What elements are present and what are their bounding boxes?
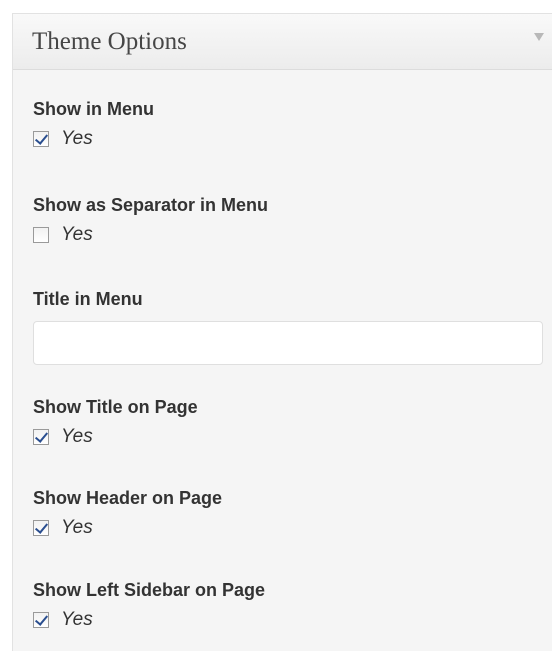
checkbox-label[interactable]: Yes [61,224,93,246]
field-label: Show Title on Page [33,397,198,417]
checkbox-row[interactable]: Yes [33,128,154,150]
show-header-on-page-checkbox[interactable] [33,520,49,536]
checkbox-label[interactable]: Yes [61,517,93,539]
field-label: Show Header on Page [33,488,223,508]
show-left-sidebar-checkbox[interactable] [33,612,49,628]
field-label: Show in Menu [33,99,154,119]
checkbox-label[interactable]: Yes [61,426,93,448]
panel-header[interactable]: Theme Options [13,14,552,70]
chevron-down-icon[interactable] [534,33,544,41]
field-show-title-on-page: Show Title on Page Yes [33,396,198,448]
field-show-as-separator: Show as Separator in Menu Yes [33,194,268,246]
show-as-separator-checkbox[interactable] [33,227,49,243]
field-show-header-on-page: Show Header on Page Yes [33,487,222,539]
field-title-in-menu: Title in Menu [33,288,543,365]
show-title-on-page-checkbox[interactable] [33,429,49,445]
field-show-left-sidebar: Show Left Sidebar on Page Yes [33,579,265,631]
field-label: Show as Separator in Menu [33,195,269,215]
title-in-menu-input[interactable] [33,321,543,365]
field-label: Title in Menu [33,289,143,309]
checkbox-row[interactable]: Yes [33,224,268,246]
field-label: Show Left Sidebar on Page [33,580,266,600]
checkbox-label[interactable]: Yes [61,128,93,150]
checkbox-row[interactable]: Yes [33,609,265,631]
checkbox-label[interactable]: Yes [61,609,93,631]
theme-options-panel: Theme Options Show in Menu Yes Show as S… [12,13,552,651]
checkbox-row[interactable]: Yes [33,517,222,539]
show-in-menu-checkbox[interactable] [33,131,49,147]
field-show-in-menu: Show in Menu Yes [33,98,154,150]
panel-title: Theme Options [32,28,187,55]
checkbox-row[interactable]: Yes [33,426,198,448]
